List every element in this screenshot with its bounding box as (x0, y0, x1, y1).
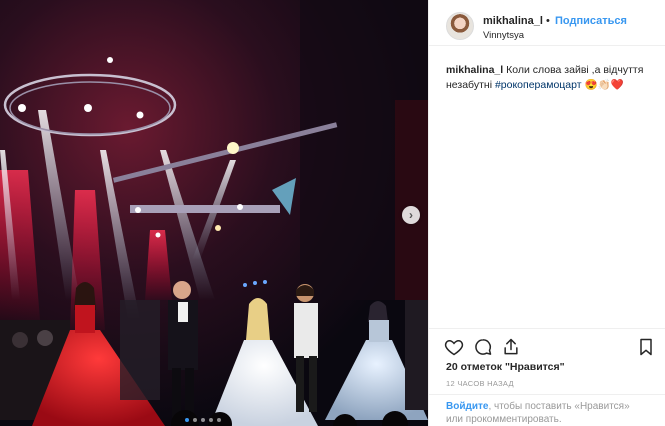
chevron-right-icon: › (409, 208, 413, 222)
carousel-dot (217, 418, 221, 422)
post-photo[interactable]: › (0, 0, 428, 426)
comment-button[interactable] (473, 337, 493, 357)
login-prompt: Войдите, чтобы поставить «Нравится» или … (429, 394, 665, 426)
save-button[interactable] (636, 337, 656, 357)
share-icon (504, 338, 518, 355)
carousel-dot (185, 418, 189, 422)
carousel-dot (201, 418, 205, 422)
caption-emoji: 😍👏🏻❤️ (581, 79, 624, 91)
carousel-indicator (185, 418, 221, 422)
bookmark-icon (640, 338, 652, 356)
separator: • (546, 15, 550, 27)
post-header: mikhalina_l • Подписаться Vinnytsya (429, 0, 665, 46)
follow-button[interactable]: Подписаться (555, 15, 627, 27)
share-button[interactable] (501, 337, 521, 357)
post-caption: mikhalina_l Коли слова зайві ,а відчуття… (446, 63, 656, 93)
carousel-dot (209, 418, 213, 422)
hashtag-link[interactable]: #рокоперамоцарт (495, 79, 582, 91)
next-photo-button[interactable]: › (402, 206, 420, 224)
post-sidebar: mikhalina_l • Подписаться Vinnytsya mikh… (428, 0, 665, 426)
action-bar (429, 328, 665, 356)
login-link[interactable]: Войдите (446, 401, 488, 412)
heart-icon (444, 339, 464, 356)
concert-stage-image (0, 0, 428, 426)
comment-icon (475, 339, 492, 355)
post-timestamp[interactable]: 12 ЧАСОВ НАЗАД (446, 379, 514, 388)
caption-username[interactable]: mikhalina_l (446, 64, 503, 76)
like-button[interactable] (444, 337, 464, 357)
header-username[interactable]: mikhalina_l (483, 15, 543, 27)
location-link[interactable]: Vinnytsya (483, 30, 524, 41)
carousel-dot (193, 418, 197, 422)
avatar[interactable] (446, 12, 474, 40)
likes-count[interactable]: 20 отметок "Нравится" (446, 361, 565, 373)
